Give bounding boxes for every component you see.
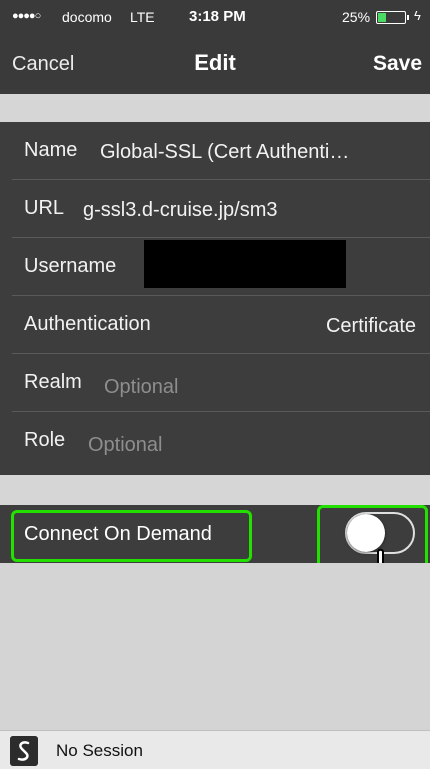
username-row[interactable]: Username: [0, 238, 430, 296]
name-field[interactable]: Global-SSL (Cert Authenti…: [100, 141, 349, 164]
role-input[interactable]: Optional: [88, 434, 163, 457]
section-spacer: [0, 475, 430, 505]
empty-area: [0, 563, 430, 730]
charging-bolt-icon: ϟ: [414, 8, 421, 23]
status-time: 3:18 PM: [189, 8, 246, 25]
navigation-bar: Cancel Edit Save: [0, 36, 430, 94]
authentication-label: Authentication: [24, 313, 151, 335]
save-button[interactable]: Save: [373, 52, 422, 76]
name-label: Name: [24, 139, 78, 161]
bottom-status-bar: No Session: [0, 730, 430, 769]
name-row[interactable]: Name Global-SSL (Cert Authenti…: [0, 122, 430, 180]
app-logo-icon: [10, 736, 38, 766]
status-bar: ●●●●○ docomo LTE 3:18 PM 25% ϟ: [0, 0, 430, 36]
toggle-knob: [347, 514, 385, 552]
authentication-row[interactable]: Authentication Certificate: [0, 296, 430, 354]
battery-percentage: 25%: [342, 9, 371, 25]
username-field-redacted[interactable]: [144, 240, 346, 288]
cancel-button[interactable]: Cancel: [12, 53, 74, 76]
realm-row[interactable]: Realm Optional: [0, 354, 430, 412]
role-label: Role: [24, 429, 66, 451]
network-type: LTE: [130, 9, 155, 25]
signal-strength-icon: ●●●●○: [12, 10, 41, 22]
authentication-value[interactable]: Certificate: [326, 315, 416, 338]
url-row[interactable]: URL g-ssl3.d-cruise.jp/sm3: [0, 180, 430, 238]
label-highlight-box: [11, 510, 252, 562]
battery-icon: [376, 11, 409, 24]
section-spacer: [0, 94, 430, 122]
session-status: No Session: [56, 741, 143, 760]
connection-form: Name Global-SSL (Cert Authenti… URL g-ss…: [0, 122, 430, 475]
realm-input[interactable]: Optional: [104, 376, 179, 399]
realm-label: Realm: [24, 371, 82, 393]
username-label: Username: [24, 255, 117, 277]
url-label: URL: [24, 197, 65, 219]
carrier-name: docomo: [62, 9, 112, 25]
role-row[interactable]: Role Optional: [0, 412, 430, 470]
url-field[interactable]: g-ssl3.d-cruise.jp/sm3: [83, 199, 278, 222]
